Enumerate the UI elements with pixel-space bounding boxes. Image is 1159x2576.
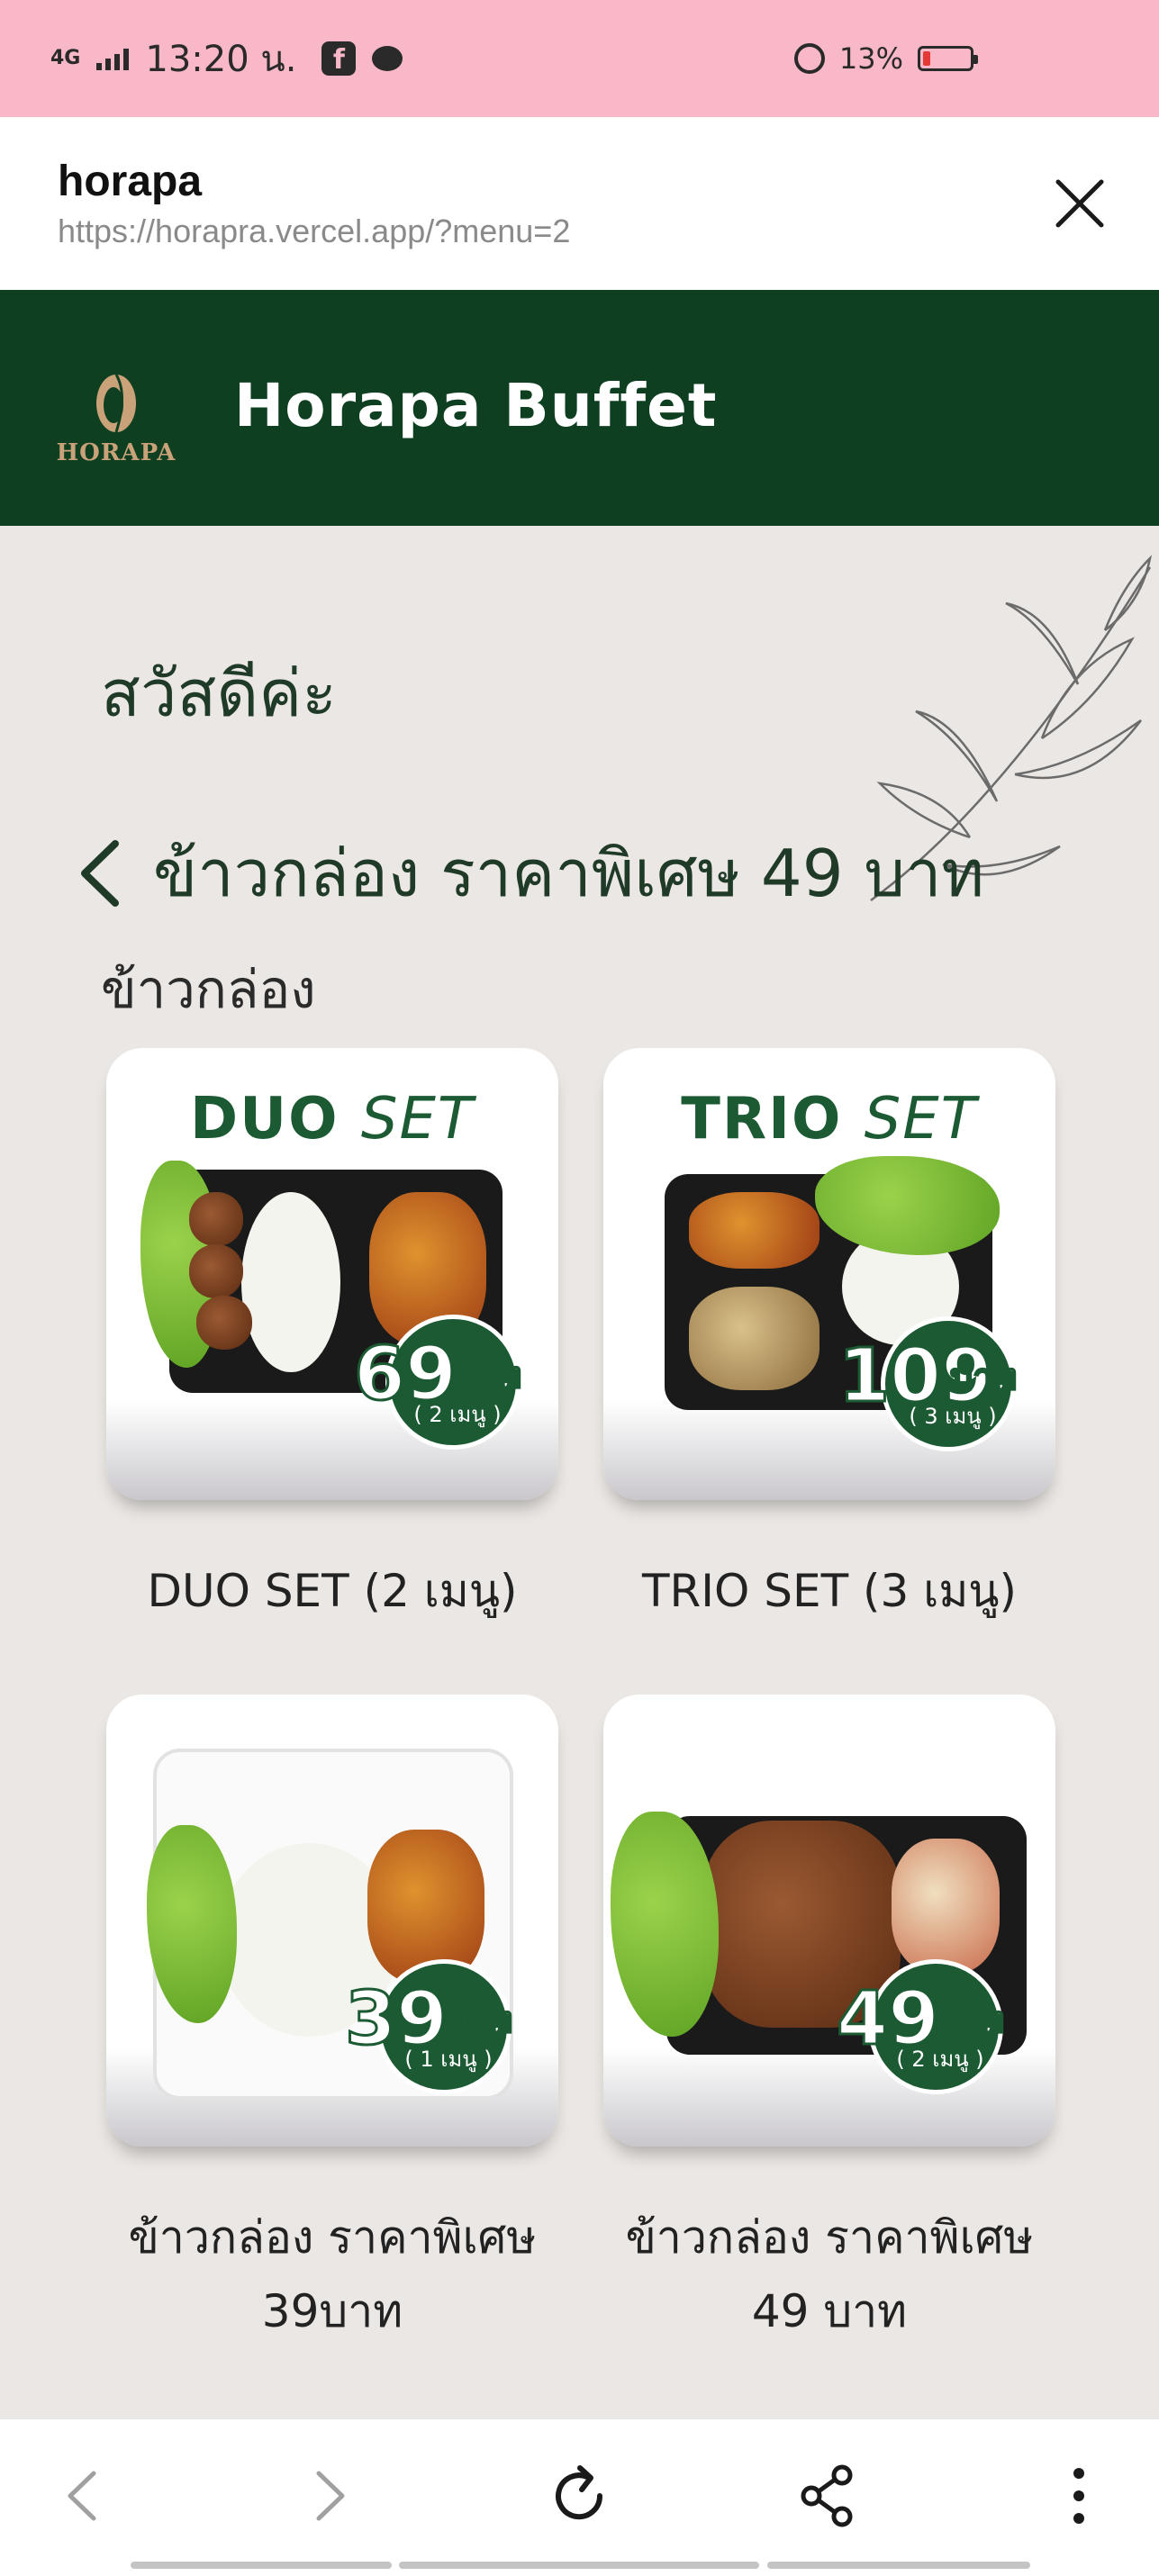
product-name[interactable]: TRIO SET (3 เมนู) — [603, 1554, 1055, 1628]
product-image[interactable] — [603, 1695, 1055, 2147]
price-badge: 39 บาท ( 1 เมนู ) — [343, 1959, 513, 2094]
browser-bottom-nav — [0, 2418, 1159, 2576]
browser-url[interactable]: https://horapra.vercel.app/?menu=2 — [58, 212, 570, 250]
product-name[interactable]: ข้าวกล่อง ราคาพิเศษ 39บาท — [106, 2201, 558, 2348]
browser-title: horapa — [58, 158, 203, 205]
sausage — [196, 1296, 252, 1350]
logo-leaf-icon — [96, 374, 136, 433]
forward-icon[interactable] — [288, 2455, 369, 2536]
image-title-bold: TRIO — [681, 1086, 843, 1152]
greeting: สวัสดีค่ะ — [101, 655, 337, 731]
gesture-bar — [131, 2562, 392, 2569]
back-icon[interactable] — [43, 2455, 124, 2536]
logo[interactable]: HORAPA — [49, 367, 184, 466]
category-title: ข้าวกล่อง ราคาพิเศษ 49 บาท — [153, 836, 984, 911]
product-name-line1: ข้าวกล่อง ราคาพิเศษ — [128, 2211, 537, 2264]
badge-menu-count: ( 2 เมนู ) — [413, 1402, 502, 1427]
image-set-title: TRIO SET — [603, 1086, 1055, 1152]
share-icon[interactable] — [786, 2455, 867, 2536]
badge-unit: บาท — [949, 1356, 1018, 1399]
product-name[interactable]: DUO SET (2 เมนู) — [106, 1554, 558, 1628]
sausage — [189, 1244, 243, 1298]
rice — [241, 1192, 340, 1372]
glass-noodle — [689, 1287, 819, 1390]
price-badge: 69 บาท ( 2 เมนู ) — [352, 1315, 522, 1450]
gesture-bar — [767, 2562, 1030, 2569]
badge-menu-count: ( 2 เมนู ) — [896, 2047, 984, 2072]
battery-icon — [918, 46, 978, 71]
pickled-side — [892, 1839, 1000, 1974]
battery-percent: 13% — [838, 41, 903, 76]
status-time: 13:20 น. — [145, 39, 297, 80]
chevron-left-icon[interactable] — [72, 833, 126, 914]
badge-menu-count: ( 3 เมนู ) — [909, 1404, 997, 1429]
close-icon[interactable] — [1051, 175, 1109, 232]
image-title-light: SET — [864, 1086, 978, 1152]
price-badge: 49 บาท ( 2 เมนู ) — [835, 1959, 1005, 2094]
image-set-title: DUO SET — [106, 1086, 558, 1152]
alarm-icon — [793, 43, 825, 74]
app-title: Horapa Buffet — [234, 371, 718, 440]
messenger-icon — [372, 46, 403, 71]
status-right: 13% — [793, 41, 978, 76]
status-bar: 4G 13:20 น. f 13% — [0, 0, 1159, 117]
product-name[interactable]: ข้าวกล่อง ราคาพิเศษ 49 บาท — [603, 2201, 1055, 2348]
network-type-icon: 4G — [50, 47, 81, 69]
product-image[interactable] — [106, 1695, 558, 2147]
product-name-line2: 39บาท — [261, 2285, 403, 2337]
reload-icon[interactable] — [539, 2455, 620, 2536]
price-badge: 109 บาท ( 3 เมนู ) — [837, 1316, 1018, 1451]
app-header: HORAPA Horapa Buffet — [0, 290, 1159, 526]
image-title-bold: DUO — [190, 1086, 340, 1152]
badge-unit: บาท — [454, 1354, 522, 1397]
stir-fry — [689, 1192, 819, 1269]
more-icon[interactable] — [1038, 2455, 1119, 2536]
section-label: ข้าวกล่อง — [101, 959, 316, 1020]
sausage — [189, 1192, 243, 1246]
category-header: ข้าวกล่อง ราคาพิเศษ 49 บาท — [72, 821, 984, 925]
badge-menu-count: ( 1 เมนู ) — [404, 2047, 493, 2072]
facebook-icon: f — [321, 41, 357, 76]
product-name-line2: 49 บาท — [751, 2285, 908, 2337]
badge-unit: บาท — [937, 1999, 1005, 2042]
stir-fry — [367, 1830, 484, 1983]
product-name-line1: ข้าวกล่อง ราคาพิเศษ — [625, 2211, 1034, 2264]
gesture-bar — [399, 2562, 759, 2569]
status-left: 4G 13:20 น. f — [50, 30, 403, 87]
image-title-light: SET — [360, 1086, 475, 1152]
signal-icon — [96, 47, 130, 70]
logo-text: HORAPA — [56, 439, 177, 466]
browser-bar: horapa https://horapra.vercel.app/?menu=… — [0, 117, 1159, 290]
badge-unit: บาท — [445, 1999, 513, 2042]
